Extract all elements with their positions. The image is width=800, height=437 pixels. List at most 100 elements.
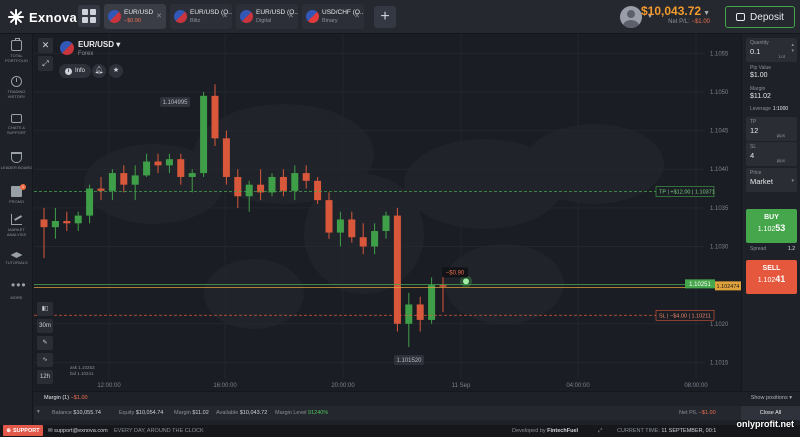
- y-tick-label: 1.1035: [710, 206, 729, 212]
- candle-body: [51, 221, 59, 228]
- sidebar-item-promo[interactable]: 1 PROMO: [0, 184, 33, 204]
- chart-type-icon[interactable]: ▮▯: [37, 302, 53, 316]
- support-email[interactable]: ✉ support@exnova.com: [48, 428, 108, 434]
- asset-tab-3[interactable]: USD/CHF (O... Binary ✕: [302, 4, 364, 29]
- close-tab-icon[interactable]: ✕: [354, 12, 360, 20]
- stat-label: Margin Level: [275, 410, 307, 416]
- chevron-down-icon: ▼: [703, 10, 710, 17]
- close-all-button[interactable]: Close All: [741, 406, 800, 420]
- brand-name: Exnova: [29, 9, 78, 25]
- candle-body: [371, 231, 379, 247]
- expand-icon[interactable]: ⤢: [598, 428, 602, 435]
- avatar[interactable]: [620, 6, 642, 28]
- sell-button[interactable]: SELL 1.10241: [746, 260, 797, 294]
- x-tick-label: 12:00:00: [97, 383, 121, 389]
- stat-value: $11.02: [192, 410, 209, 416]
- star-icon[interactable]: ★: [109, 64, 123, 78]
- candle-body: [188, 173, 196, 177]
- positions-bar: Margin (1) −$1.00 Show positions ▾ ▾ Bal…: [34, 391, 800, 425]
- current-time-value: 11 SEPTEMBER, 00:1: [661, 428, 717, 434]
- pip-value: Pip Value $1.00: [750, 65, 771, 79]
- sidebar-item-chats[interactable]: CHATS & SUPPORT: [0, 114, 33, 135]
- timeframe-button[interactable]: 30m: [37, 319, 53, 333]
- account-balance[interactable]: $10,043.72 ▼ Net P/L: −$1.00: [641, 4, 710, 25]
- more-icon: •••: [11, 278, 27, 292]
- price-label: Price: [750, 170, 762, 176]
- developer-label: Developed by: [512, 428, 546, 434]
- bell-icon[interactable]: 🔔︎: [92, 64, 106, 78]
- candle-body: [131, 175, 139, 185]
- tp-value: 12: [750, 126, 759, 135]
- buy-button[interactable]: BUY 1.10253: [746, 209, 797, 243]
- asset-tab-2[interactable]: EUR/USD (O... Digital ✕: [236, 4, 298, 29]
- asset-category: Forex: [78, 51, 94, 57]
- expand-icon[interactable]: ⤢: [38, 56, 53, 71]
- candle-body: [143, 161, 151, 176]
- price-chart[interactable]: 1.1055 1.1050 1.1045 1.1040 1.1035 1.1030 1.10…: [34, 34, 741, 391]
- pencil-icon[interactable]: ✎: [37, 336, 53, 350]
- x-tick-label: 16:00:00: [213, 383, 237, 389]
- position-pl: −$0.90: [446, 270, 465, 276]
- close-tab-icon[interactable]: ✕: [288, 12, 294, 20]
- add-asset-button[interactable]: +: [374, 6, 396, 28]
- sidebar-item-tutorials[interactable]: TUTORIALS: [0, 250, 33, 265]
- candle-body: [177, 159, 185, 177]
- ask-bid-readout: ask 1.10253 bid 1.10241: [70, 365, 95, 377]
- support-button[interactable]: ⊕ SUPPORT: [3, 425, 43, 436]
- sidebar-item-label: TOTAL PORTFOLIO: [4, 53, 29, 63]
- deposit-button[interactable]: Deposit: [725, 6, 795, 28]
- quantity-stepper[interactable]: Quantity 0.1 Lot ▴ ▾: [746, 38, 797, 62]
- candle-body: [336, 219, 344, 233]
- tp-label: TP: [750, 119, 757, 125]
- info-button[interactable]: i Info: [59, 64, 92, 78]
- stepper-arrows-icon[interactable]: ▴ ▾: [791, 42, 794, 54]
- info-label: Info: [75, 68, 86, 74]
- sl-label: SL: [750, 144, 757, 150]
- support-icon: ⊕: [6, 427, 11, 434]
- indicator-icon[interactable]: ∿: [37, 353, 53, 367]
- asset-header[interactable]: EUR/USD ▾ Forex: [60, 40, 120, 57]
- equity-stat: Equity $10,054.74: [119, 410, 163, 416]
- period-button[interactable]: 12h: [37, 370, 53, 384]
- sidebar-item-history[interactable]: TRADING HISTORY: [0, 76, 33, 99]
- show-positions-button[interactable]: Show positions ▾: [751, 395, 792, 401]
- sidebar-item-analysis[interactable]: MARKET ANALYSIS: [0, 214, 33, 237]
- stat-value: $10,054.74: [135, 410, 164, 416]
- y-tick-label: 1.1015: [710, 360, 729, 366]
- stat-label: Equity: [119, 410, 135, 416]
- show-positions-label: Show positions: [750, 395, 788, 401]
- margin-tab[interactable]: Margin (1) −$1.00: [44, 395, 88, 401]
- promo-badge: 1: [20, 184, 26, 190]
- close-chart-icon[interactable]: ✕: [38, 38, 53, 53]
- support-email-text: support@exnova.com: [54, 428, 108, 434]
- price-select[interactable]: Price Market ▾: [746, 168, 797, 192]
- candle-body: [268, 176, 276, 193]
- sell-price-major: 1.102: [757, 277, 776, 284]
- sidebar-item-portfolio[interactable]: TOTAL PORTFOLIO: [0, 38, 33, 63]
- position-marker: [463, 278, 469, 285]
- sl-field[interactable]: SL 4 pips: [746, 142, 797, 166]
- stat-label: Available: [216, 410, 239, 416]
- available-stat: Available $10,043.72: [216, 410, 267, 416]
- leverage: Leverage 1:1000: [750, 106, 788, 112]
- stat-value: 91240%: [308, 410, 329, 416]
- sidebar-item-leaderboard[interactable]: LEADER BOARD: [0, 152, 33, 170]
- chart-area[interactable]: 1.1055 1.1050 1.1045 1.1040 1.1035 1.1030 1.10…: [34, 34, 741, 391]
- sidebar-item-more[interactable]: ••• MORE: [0, 278, 33, 300]
- logo[interactable]: Exnova: [8, 9, 77, 25]
- candle-body: [200, 95, 208, 174]
- candle-body: [302, 173, 310, 181]
- asset-tab-0[interactable]: EUR/USD −$0.90 ✕: [104, 4, 166, 29]
- sidebar-item-label: MARKET ANALYSIS: [6, 227, 27, 237]
- close-tab-icon[interactable]: ✕: [156, 12, 162, 20]
- tp-field[interactable]: TP 12 pips: [746, 117, 797, 141]
- sell-price-minor: 41: [775, 274, 786, 284]
- y-tick-label: 1.1020: [710, 322, 729, 328]
- sl-tag: SL | −$4.00 | 1.10211: [659, 313, 711, 319]
- asset-grid-button[interactable]: [78, 5, 100, 27]
- collapse-icon[interactable]: ▾: [37, 409, 40, 415]
- close-tab-icon[interactable]: ✕: [222, 12, 228, 20]
- asset-tab-1[interactable]: EUR/USD (O... Blitz ✕: [170, 4, 232, 29]
- buy-label: BUY: [764, 214, 779, 221]
- balance-stat: Balance $10,055.74: [52, 410, 101, 416]
